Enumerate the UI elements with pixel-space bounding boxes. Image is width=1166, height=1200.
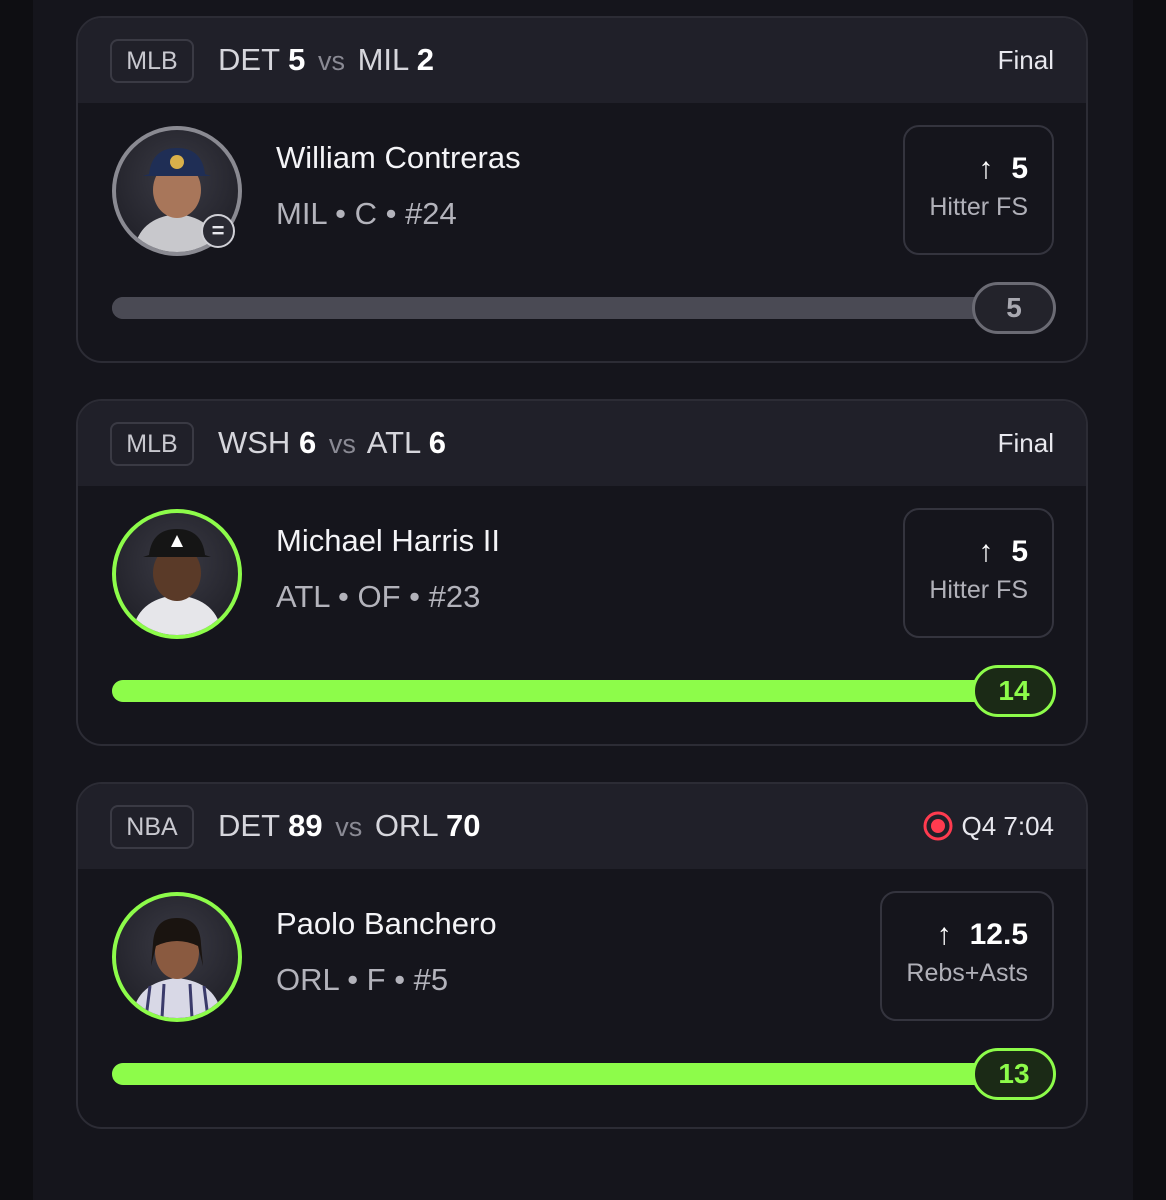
player-avatar [112,509,242,639]
game-status-text: Final [997,45,1054,75]
arrow-up-icon: ↑ [978,152,994,185]
player-meta: ORL • F • #5 [276,962,449,997]
projection-box: ↑ 12.5 Rebs+Asts [880,891,1054,1021]
projection-line: ↑ 5 [929,149,1028,189]
stat-type: Rebs+Asts [906,959,1028,987]
pick-card[interactable]: MLB WSH 6 vs ATL 6 Final Michael Harris … [76,399,1088,746]
stat-type: Hitter FS [929,193,1028,221]
game-status-text: Final [997,428,1054,458]
progress-fill [112,297,1032,319]
progress-fill [112,1063,1032,1085]
projection-box: ↑ 5 Hitter FS [903,125,1054,255]
arrow-up-icon: ↑ [936,918,952,951]
player-meta: MIL • C • #24 [276,196,457,231]
game-status: Final [998,421,1054,465]
progress-value: 14 [972,665,1056,717]
away-score: 5 [288,42,306,77]
home-score: 2 [416,42,434,77]
away-score: 89 [288,808,323,843]
projection-line: ↑ 12.5 [906,915,1028,955]
line-value: 5 [1011,152,1028,185]
league-badge: MLB [110,39,194,83]
away-score: 6 [298,425,317,460]
game-header: MLB DET 5 vs MIL 2 Final [78,18,1086,103]
equals-icon: = [201,214,235,248]
pick-card[interactable]: MLB DET 5 vs MIL 2 Final = William Contr… [76,16,1088,363]
home-team: MIL [357,42,409,77]
progress-track [112,297,1032,319]
game-status: Q4 7:04 [923,804,1054,848]
line-value: 5 [1011,535,1028,568]
league-badge: NBA [110,805,194,849]
pick-card[interactable]: NBA DET 89 vs ORL 70 Q4 7:04 Paolo Banch… [76,782,1088,1129]
home-team: ATL [366,425,421,460]
projection-line: ↑ 5 [929,532,1028,572]
away-team: DET [218,808,280,843]
arrow-up-icon: ↑ [978,535,994,568]
player-name: William Contreras [276,140,521,175]
game-header: MLB WSH 6 vs ATL 6 Final [78,401,1086,486]
home-score: 6 [428,425,447,460]
away-team: DET [218,42,280,77]
matchup: DET 89 vs ORL 70 [218,804,481,849]
player-meta: ATL • OF • #23 [276,579,481,614]
line-value: 12.5 [969,918,1028,951]
stat-type: Hitter FS [929,576,1028,604]
home-team: ORL [374,808,438,843]
progress-fill [112,680,1032,702]
matchup: DET 5 vs MIL 2 [218,38,434,83]
game-header: NBA DET 89 vs ORL 70 Q4 7:04 [78,784,1086,869]
matchup: WSH 6 vs ATL 6 [218,421,446,466]
player-name: Paolo Banchero [276,906,497,941]
vs-label: vs [335,812,363,842]
vs-label: vs [328,429,356,459]
player-avatar [112,892,242,1022]
projection-box: ↑ 5 Hitter FS [903,508,1054,638]
league-badge: MLB [110,422,194,466]
game-status-text: Q4 7:04 [961,811,1054,841]
live-record-icon [923,811,953,841]
progress-value: 13 [972,1048,1056,1100]
progress-track [112,680,1032,702]
progress-value: 5 [972,282,1056,334]
player-name: Michael Harris II [276,523,500,558]
progress-track [112,1063,1032,1085]
away-team: WSH [218,425,291,460]
home-score: 70 [446,808,481,843]
vs-label: vs [317,46,345,76]
game-status: Final [998,38,1054,82]
